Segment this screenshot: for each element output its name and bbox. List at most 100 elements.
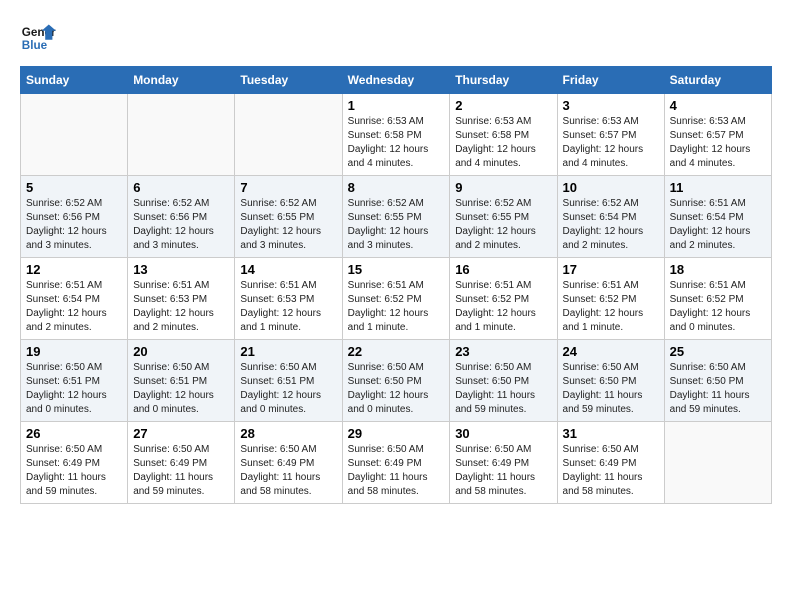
day-number: 14	[240, 262, 336, 277]
day-info: Sunrise: 6:51 AM Sunset: 6:52 PM Dayligh…	[563, 279, 659, 335]
day-info: Sunrise: 6:52 AM Sunset: 6:55 PM Dayligh…	[455, 197, 551, 253]
day-info: Sunrise: 6:51 AM Sunset: 6:52 PM Dayligh…	[455, 279, 551, 335]
day-number: 12	[26, 262, 122, 277]
day-info: Sunrise: 6:51 AM Sunset: 6:52 PM Dayligh…	[348, 279, 445, 335]
day-cell: 24 Sunrise: 6:50 AM Sunset: 6:50 PM Dayli…	[557, 340, 664, 422]
day-cell: 5 Sunrise: 6:52 AM Sunset: 6:56 PM Daylig…	[21, 176, 128, 258]
day-number: 23	[455, 344, 551, 359]
day-info: Sunrise: 6:50 AM Sunset: 6:49 PM Dayligh…	[26, 443, 122, 499]
day-cell: 4 Sunrise: 6:53 AM Sunset: 6:57 PM Daylig…	[664, 94, 771, 176]
day-number: 28	[240, 426, 336, 441]
day-header-thursday: Thursday	[450, 67, 557, 94]
day-info: Sunrise: 6:50 AM Sunset: 6:49 PM Dayligh…	[455, 443, 551, 499]
day-cell: 12 Sunrise: 6:51 AM Sunset: 6:54 PM Dayli…	[21, 258, 128, 340]
day-cell	[21, 94, 128, 176]
day-info: Sunrise: 6:51 AM Sunset: 6:53 PM Dayligh…	[133, 279, 229, 335]
day-info: Sunrise: 6:52 AM Sunset: 6:55 PM Dayligh…	[348, 197, 445, 253]
header: General Blue	[20, 20, 772, 56]
day-info: Sunrise: 6:51 AM Sunset: 6:54 PM Dayligh…	[670, 197, 766, 253]
day-header-sunday: Sunday	[21, 67, 128, 94]
week-row-3: 12 Sunrise: 6:51 AM Sunset: 6:54 PM Dayli…	[21, 258, 772, 340]
day-cell: 9Sunrise: 6:52 AM Sunset: 6:55 PM Daylig…	[450, 176, 557, 258]
days-header-row: SundayMondayTuesdayWednesdayThursdayFrid…	[21, 67, 772, 94]
day-number: 27	[133, 426, 229, 441]
week-row-5: 26 Sunrise: 6:50 AM Sunset: 6:49 PM Dayli…	[21, 422, 772, 504]
day-info: Sunrise: 6:52 AM Sunset: 6:55 PM Dayligh…	[240, 197, 336, 253]
week-row-1: 1 Sunrise: 6:53 AM Sunset: 6:58 PM Daylig…	[21, 94, 772, 176]
day-cell: 16 Sunrise: 6:51 AM Sunset: 6:52 PM Dayli…	[450, 258, 557, 340]
day-info: Sunrise: 6:50 AM Sunset: 6:51 PM Dayligh…	[26, 361, 122, 417]
day-info: Sunrise: 6:52 AM Sunset: 6:56 PM Dayligh…	[26, 197, 122, 253]
day-cell	[128, 94, 235, 176]
day-info: Sunrise: 6:52 AM Sunset: 6:56 PM Dayligh…	[133, 197, 229, 253]
day-cell: 17 Sunrise: 6:51 AM Sunset: 6:52 PM Dayli…	[557, 258, 664, 340]
day-cell: 29Sunrise: 6:50 AM Sunset: 6:49 PM Dayli…	[342, 422, 450, 504]
day-header-wednesday: Wednesday	[342, 67, 450, 94]
day-cell: 15 Sunrise: 6:51 AM Sunset: 6:52 PM Dayli…	[342, 258, 450, 340]
day-info: Sunrise: 6:50 AM Sunset: 6:49 PM Dayligh…	[240, 443, 336, 499]
day-number: 26	[26, 426, 122, 441]
logo: General Blue	[20, 20, 56, 56]
day-number: 1	[348, 98, 445, 113]
day-cell: 13 Sunrise: 6:51 AM Sunset: 6:53 PM Dayli…	[128, 258, 235, 340]
day-number: 2	[455, 98, 551, 113]
day-cell: 8 Sunrise: 6:52 AM Sunset: 6:55 PM Daylig…	[342, 176, 450, 258]
day-cell: 26 Sunrise: 6:50 AM Sunset: 6:49 PM Dayli…	[21, 422, 128, 504]
day-header-tuesday: Tuesday	[235, 67, 342, 94]
day-cell: 25Sunrise: 6:50 AM Sunset: 6:50 PM Dayli…	[664, 340, 771, 422]
day-number: 24	[563, 344, 659, 359]
week-row-4: 19 Sunrise: 6:50 AM Sunset: 6:51 PM Dayli…	[21, 340, 772, 422]
day-number: 7	[240, 180, 336, 195]
day-info: Sunrise: 6:51 AM Sunset: 6:53 PM Dayligh…	[240, 279, 336, 335]
day-cell: 19 Sunrise: 6:50 AM Sunset: 6:51 PM Dayli…	[21, 340, 128, 422]
day-cell	[664, 422, 771, 504]
day-cell: 1 Sunrise: 6:53 AM Sunset: 6:58 PM Daylig…	[342, 94, 450, 176]
day-number: 3	[563, 98, 659, 113]
day-number: 5	[26, 180, 122, 195]
logo-icon: General Blue	[20, 20, 56, 56]
day-cell: 28 Sunrise: 6:50 AM Sunset: 6:49 PM Dayli…	[235, 422, 342, 504]
day-cell: 20Sunrise: 6:50 AM Sunset: 6:51 PM Dayli…	[128, 340, 235, 422]
day-info: Sunrise: 6:53 AM Sunset: 6:57 PM Dayligh…	[563, 115, 659, 171]
day-cell: 27Sunrise: 6:50 AM Sunset: 6:49 PM Dayli…	[128, 422, 235, 504]
day-info: Sunrise: 6:52 AM Sunset: 6:54 PM Dayligh…	[563, 197, 659, 253]
day-cell: 7 Sunrise: 6:52 AM Sunset: 6:55 PM Daylig…	[235, 176, 342, 258]
day-info: Sunrise: 6:50 AM Sunset: 6:50 PM Dayligh…	[348, 361, 445, 417]
day-number: 13	[133, 262, 229, 277]
day-number: 16	[455, 262, 551, 277]
day-cell: 11 Sunrise: 6:51 AM Sunset: 6:54 PM Dayli…	[664, 176, 771, 258]
day-info: Sunrise: 6:50 AM Sunset: 6:49 PM Dayligh…	[348, 443, 445, 499]
day-header-friday: Friday	[557, 67, 664, 94]
day-number: 6	[133, 180, 229, 195]
day-number: 15	[348, 262, 445, 277]
day-number: 22	[348, 344, 445, 359]
day-number: 11	[670, 180, 766, 195]
day-cell: 14 Sunrise: 6:51 AM Sunset: 6:53 PM Dayli…	[235, 258, 342, 340]
day-info: Sunrise: 6:53 AM Sunset: 6:57 PM Dayligh…	[670, 115, 766, 171]
day-cell: 30Sunrise: 6:50 AM Sunset: 6:49 PM Dayli…	[450, 422, 557, 504]
day-number: 18	[670, 262, 766, 277]
day-info: Sunrise: 6:51 AM Sunset: 6:54 PM Dayligh…	[26, 279, 122, 335]
day-number: 4	[670, 98, 766, 113]
day-cell: 6 Sunrise: 6:52 AM Sunset: 6:56 PM Daylig…	[128, 176, 235, 258]
day-number: 31	[563, 426, 659, 441]
day-number: 19	[26, 344, 122, 359]
day-number: 8	[348, 180, 445, 195]
day-info: Sunrise: 6:50 AM Sunset: 6:51 PM Dayligh…	[240, 361, 336, 417]
day-info: Sunrise: 6:50 AM Sunset: 6:50 PM Dayligh…	[563, 361, 659, 417]
day-info: Sunrise: 6:53 AM Sunset: 6:58 PM Dayligh…	[455, 115, 551, 171]
day-cell: 23 Sunrise: 6:50 AM Sunset: 6:50 PM Dayli…	[450, 340, 557, 422]
day-cell: 2 Sunrise: 6:53 AM Sunset: 6:58 PM Daylig…	[450, 94, 557, 176]
day-number: 20	[133, 344, 229, 359]
day-header-saturday: Saturday	[664, 67, 771, 94]
day-info: Sunrise: 6:50 AM Sunset: 6:50 PM Dayligh…	[455, 361, 551, 417]
day-number: 21	[240, 344, 336, 359]
day-header-monday: Monday	[128, 67, 235, 94]
day-info: Sunrise: 6:50 AM Sunset: 6:49 PM Dayligh…	[563, 443, 659, 499]
day-cell: 31 Sunrise: 6:50 AM Sunset: 6:49 PM Dayli…	[557, 422, 664, 504]
day-cell: 18 Sunrise: 6:51 AM Sunset: 6:52 PM Dayli…	[664, 258, 771, 340]
day-info: Sunrise: 6:53 AM Sunset: 6:58 PM Dayligh…	[348, 115, 445, 171]
day-number: 25	[670, 344, 766, 359]
day-number: 17	[563, 262, 659, 277]
day-info: Sunrise: 6:51 AM Sunset: 6:52 PM Dayligh…	[670, 279, 766, 335]
